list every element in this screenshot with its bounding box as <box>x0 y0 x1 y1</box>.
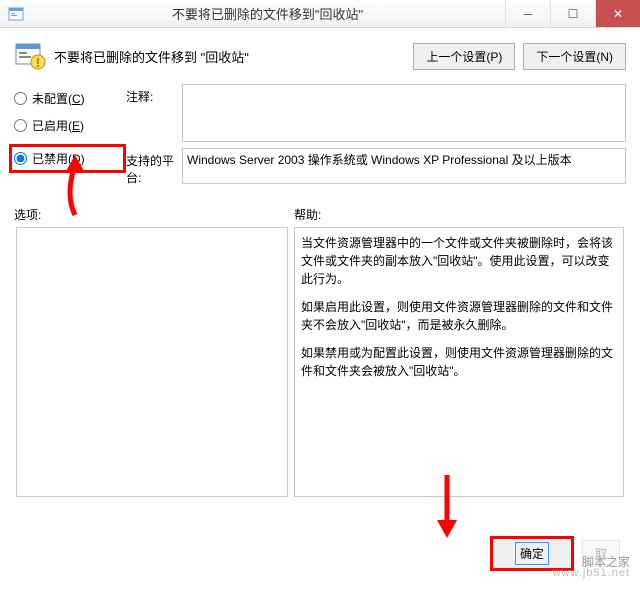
ok-button[interactable]: 确定 <box>490 536 574 571</box>
comment-label: 注释: <box>126 84 182 142</box>
highlight-disabled: 已禁用(D) <box>9 144 126 173</box>
window-buttons: ─ ☐ ✕ <box>505 0 640 27</box>
next-setting-button[interactable]: 下一个设置(N) <box>523 43 626 70</box>
help-para-2: 如果启用此设置，则使用文件资源管理器删除的文件和文件夹不会放入"回收站"，而是被… <box>301 298 617 334</box>
help-para-1: 当文件资源管理器中的一个文件或文件夹被删除时，会将该文件或文件夹的副本放入"回收… <box>301 234 617 288</box>
radio-not-configured[interactable]: 未配置(C) <box>14 90 126 107</box>
minimize-button[interactable]: ─ <box>505 0 550 27</box>
options-pane <box>16 227 288 497</box>
radio-disabled[interactable]: 已禁用(D) <box>14 150 121 167</box>
help-pane: 当文件资源管理器中的一个文件或文件夹被删除时，会将该文件或文件夹的副本放入"回收… <box>294 227 624 497</box>
maximize-button[interactable]: ☐ <box>550 0 595 27</box>
dialog-content: 不要将已删除的文件移到 "回收站" 上一个设置(P) 下一个设置(N) 未配置(… <box>0 28 640 509</box>
help-label: 帮助: <box>294 206 321 223</box>
prev-setting-button[interactable]: 上一个设置(P) <box>413 43 515 70</box>
lower-labels: 选项: 帮助: <box>14 206 626 223</box>
form-area: 未配置(C) 已启用(E) 已禁用(D) 注释: 支持的平台: Windows … <box>14 84 626 192</box>
header-row: 不要将已删除的文件移到 "回收站" 上一个设置(P) 下一个设置(N) <box>14 40 626 72</box>
comment-input[interactable] <box>182 84 626 142</box>
window-title: 不要将已删除的文件移到"回收站" <box>30 4 505 23</box>
policy-title: 不要将已删除的文件移到 "回收站" <box>54 47 413 66</box>
options-label: 选项: <box>14 206 294 223</box>
cancel-button[interactable]: 取 <box>582 540 620 567</box>
platform-label: 支持的平台: <box>126 148 182 186</box>
radio-disabled-input[interactable] <box>14 152 27 165</box>
window-icon <box>8 6 24 22</box>
radio-group: 未配置(C) 已启用(E) 已禁用(D) <box>14 84 126 192</box>
radio-not-configured-input[interactable] <box>14 92 27 105</box>
panes: 当文件资源管理器中的一个文件或文件夹被删除时，会将该文件或文件夹的副本放入"回收… <box>14 227 626 497</box>
radio-enabled-input[interactable] <box>14 119 27 132</box>
platform-box: Windows Server 2003 操作系统或 Windows XP Pro… <box>182 148 626 184</box>
policy-icon <box>14 40 46 72</box>
footer-buttons: 确定 取 <box>490 536 620 571</box>
titlebar: 不要将已删除的文件移到"回收站" ─ ☐ ✕ <box>0 0 640 28</box>
radio-enabled[interactable]: 已启用(E) <box>14 117 126 134</box>
help-para-3: 如果禁用或为配置此设置，则使用文件资源管理器删除的文件和文件夹会被放入"回收站"… <box>301 344 617 380</box>
close-button[interactable]: ✕ <box>595 0 640 27</box>
fields: 注释: 支持的平台: Windows Server 2003 操作系统或 Win… <box>126 84 626 192</box>
